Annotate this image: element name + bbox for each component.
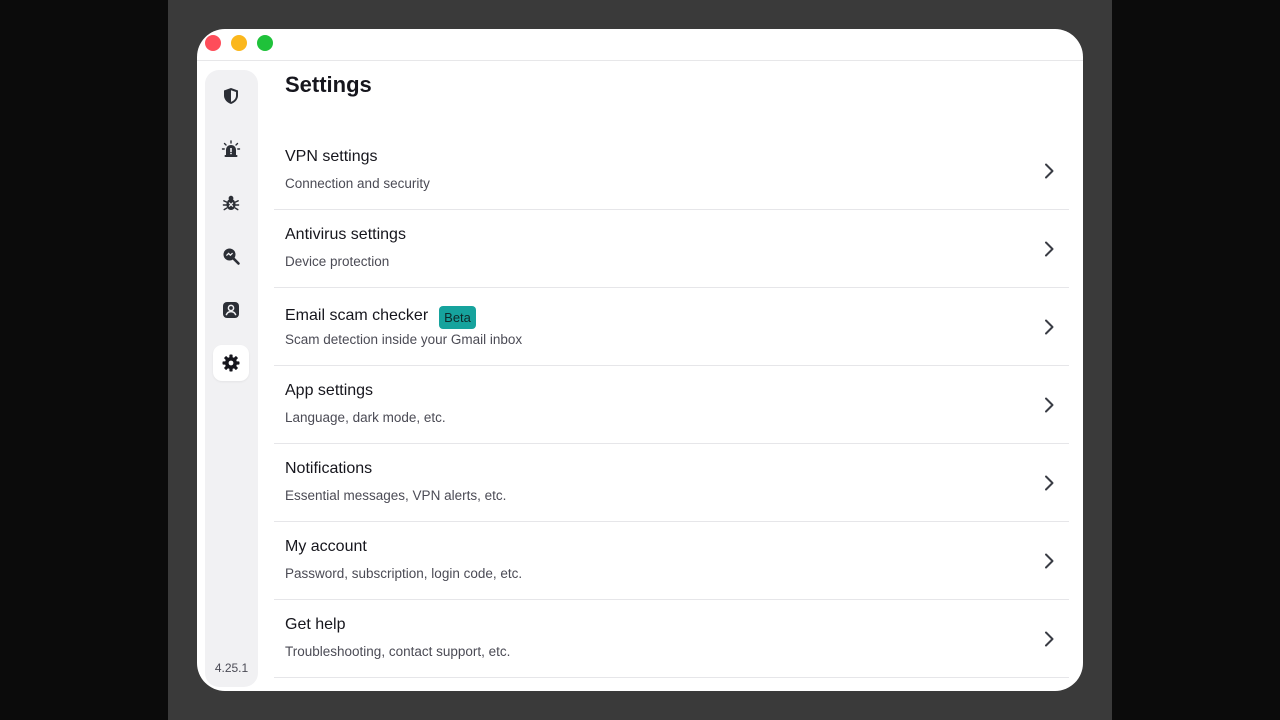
row-subtitle: Connection and security (285, 176, 430, 191)
row-title: My account (285, 538, 367, 555)
row-title: Notifications (285, 460, 373, 477)
row-subtitle: Troubleshooting, contact support, etc. (285, 644, 511, 659)
settings-row-email-scam-checker[interactable]: Email scam checker Beta Scam detection i… (274, 288, 1069, 366)
row-title: App settings (285, 382, 374, 399)
row-title: VPN settings (285, 148, 378, 165)
settings-row-get-help[interactable]: Get help Troubleshooting, contact suppor… (274, 600, 1069, 678)
chevron-right-icon (1045, 163, 1054, 179)
app-version: 4.25.1 (214, 661, 249, 675)
sidebar-item-settings[interactable] (213, 345, 249, 381)
chevron-right-icon (1045, 631, 1054, 647)
settings-row-app-settings[interactable]: App settings Language, dark mode, etc. (274, 366, 1069, 444)
bug-icon (222, 195, 240, 211)
sidebar-item-protection[interactable] (213, 78, 249, 114)
row-subtitle: Scam detection inside your Gmail inbox (285, 332, 523, 347)
account-icon (223, 302, 239, 318)
maximize-window-button[interactable] (257, 35, 273, 51)
page-title: Settings (285, 72, 372, 97)
row-title: Get help (285, 616, 346, 633)
settings-row-notifications[interactable]: Notifications Essential messages, VPN al… (274, 444, 1069, 522)
beta-badge: Beta (439, 306, 476, 329)
row-subtitle: Device protection (285, 254, 390, 269)
close-window-button[interactable] (205, 35, 221, 51)
settings-row-my-account[interactable]: My account Password, subscription, login… (274, 522, 1069, 600)
sidebar: 4.25.1 (205, 70, 258, 687)
row-title: Email scam checker (285, 306, 429, 324)
search-scan-icon (223, 248, 240, 265)
chevron-right-icon (1045, 553, 1054, 569)
chevron-right-icon (1045, 397, 1054, 413)
chevron-right-icon (1045, 475, 1054, 491)
shield-icon (224, 88, 238, 104)
sidebar-item-scanner[interactable] (213, 238, 249, 274)
settings-row-antivirus[interactable]: Antivirus settings Device protection (274, 210, 1069, 288)
sidebar-item-malware[interactable] (213, 185, 249, 221)
row-title-wrapper: Email scam checker Beta (285, 304, 476, 329)
title-bar (197, 29, 1083, 61)
app-window: 4.25.1 Settings VPN settings Connection … (197, 29, 1083, 691)
row-subtitle: Password, subscription, login code, etc. (285, 566, 523, 581)
settings-panel: Settings VPN settings Connection and sec… (274, 61, 1069, 691)
sidebar-item-account[interactable] (213, 292, 249, 328)
settings-list: VPN settings Connection and security Ant… (274, 132, 1069, 678)
sidebar-item-alerts[interactable] (213, 132, 249, 168)
row-subtitle: Essential messages, VPN alerts, etc. (285, 488, 507, 503)
alarm-icon (221, 140, 241, 157)
chevron-right-icon (1045, 241, 1054, 257)
gear-icon (222, 354, 240, 372)
row-subtitle: Language, dark mode, etc. (285, 410, 446, 425)
minimize-window-button[interactable] (231, 35, 247, 51)
row-title: Antivirus settings (285, 226, 406, 243)
settings-row-vpn[interactable]: VPN settings Connection and security (274, 132, 1069, 210)
chevron-right-icon (1045, 319, 1054, 335)
